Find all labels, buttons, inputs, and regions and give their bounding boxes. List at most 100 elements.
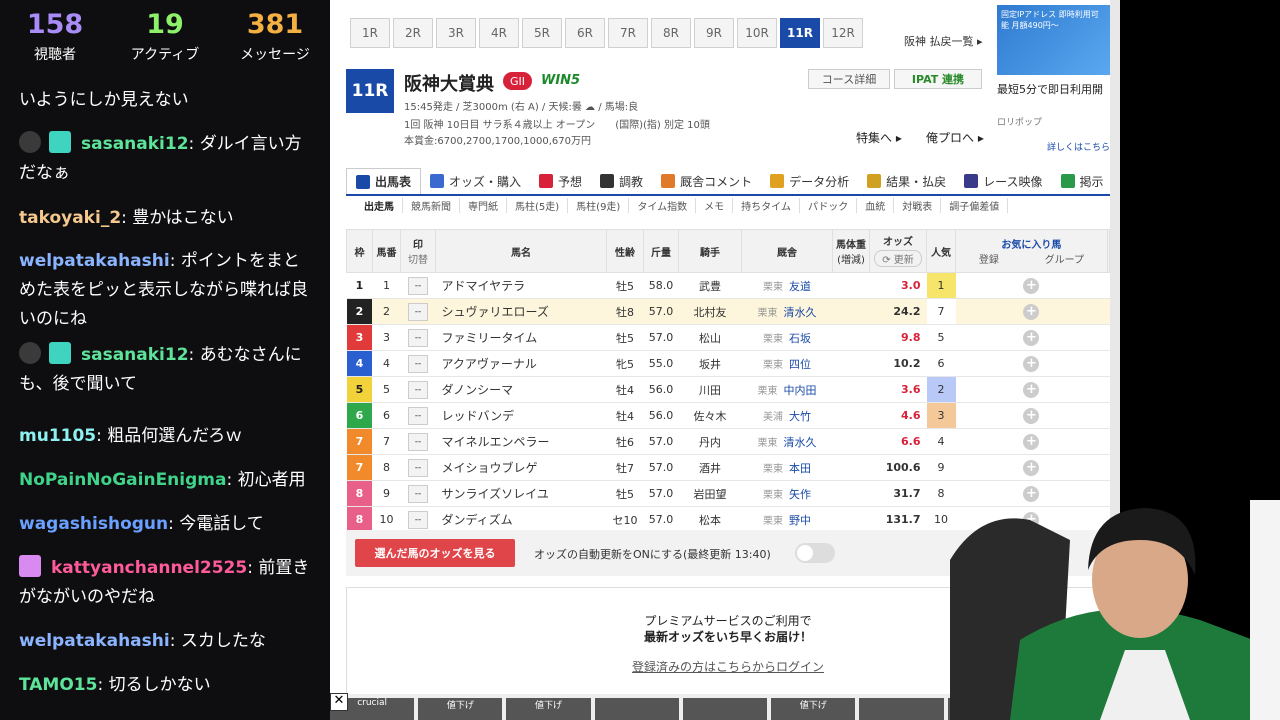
product-ad[interactable]: 値下げ	[418, 698, 503, 720]
chat-username[interactable]: mu1105	[19, 426, 96, 446]
race-tab-4R[interactable]: 4R	[479, 18, 519, 48]
sub-tab-1[interactable]: 競馬新聞	[403, 198, 460, 213]
add-favorite-icon[interactable]: +	[1023, 459, 1040, 476]
mark-switch[interactable]: 切替	[401, 251, 435, 266]
product-ad[interactable]	[859, 698, 944, 720]
sub-tab-8[interactable]: パドック	[800, 198, 858, 213]
sub-tab-5[interactable]: タイム指数	[629, 198, 697, 213]
view-selected-odds-button[interactable]: 選んだ馬のオッズを見る	[355, 539, 515, 567]
sub-tab-10[interactable]: 対戦表	[894, 198, 942, 213]
main-tab-7[interactable]: レース映像	[955, 168, 1051, 194]
table-row[interactable]: 6 6 -- レッドバンデ 牡4 56.0 佐々木 美浦 大竹 4.6 3 +	[346, 402, 1110, 429]
jockey-link[interactable]: 北村友	[678, 298, 742, 325]
payout-list-link[interactable]: 阪神 払戻一覧 ▸	[904, 33, 983, 49]
trainer-link[interactable]: 清水久	[784, 306, 817, 319]
trainer-link[interactable]: 石坂	[789, 332, 811, 345]
chat-username[interactable]: TAMO15	[19, 675, 97, 695]
ipat-link-button[interactable]: IPAT 連携	[894, 69, 982, 89]
add-favorite-icon[interactable]: +	[1023, 329, 1040, 346]
jockey-link[interactable]: 坂井	[678, 350, 742, 377]
main-tab-8[interactable]: 掲示	[1052, 168, 1113, 194]
race-tab-2R[interactable]: 2R	[393, 18, 433, 48]
feature-link[interactable]: 特集へ ▸	[856, 129, 902, 146]
trainer-link[interactable]: 友道	[789, 280, 811, 293]
mark-select[interactable]: --	[408, 380, 428, 399]
sub-tab-4[interactable]: 馬柱(9走)	[568, 198, 630, 213]
course-detail-button[interactable]: コース詳細	[808, 69, 890, 89]
main-tab-1[interactable]: オッズ・購入	[421, 168, 530, 194]
trainer-link[interactable]: 大竹	[789, 410, 811, 423]
race-tab-3R[interactable]: 3R	[436, 18, 476, 48]
sub-tab-6[interactable]: メモ	[696, 198, 734, 213]
race-tab-7R[interactable]: 7R	[608, 18, 648, 48]
jockey-link[interactable]: 佐々木	[678, 402, 742, 429]
add-favorite-icon[interactable]: +	[1023, 303, 1040, 320]
auto-update-toggle[interactable]	[795, 543, 835, 563]
close-icon[interactable]: ✕	[330, 693, 348, 711]
chat-username[interactable]: takoyaki_2	[19, 208, 121, 228]
horse-name-link[interactable]: シュヴァリエローズ	[435, 298, 607, 325]
trainer-link[interactable]: 中内田	[784, 384, 817, 397]
main-tab-5[interactable]: データ分析	[761, 168, 858, 194]
table-row[interactable]: 1 1 -- アドマイヤテラ 牡5 58.0 武豊 栗東 友道 3.0 1 +	[346, 272, 1110, 299]
trainer-link[interactable]: 四位	[789, 358, 811, 371]
sub-tab-0[interactable]: 出走馬	[356, 198, 403, 213]
table-row[interactable]: 4 4 -- アクアヴァーナル 牝5 55.0 坂井 栗東 四位 10.2 6 +	[346, 350, 1110, 377]
jockey-link[interactable]: 丹内	[678, 428, 742, 455]
main-tab-6[interactable]: 結果・払戻	[858, 168, 955, 194]
jockey-link[interactable]: 岩田望	[678, 480, 742, 507]
race-tab-5R[interactable]: 5R	[522, 18, 562, 48]
chat-username[interactable]: welpatakahashi	[19, 631, 170, 651]
horse-name-link[interactable]: アドマイヤテラ	[435, 272, 607, 299]
chat-username[interactable]: sasanaki12	[81, 134, 189, 154]
race-tab-9R[interactable]: 9R	[694, 18, 734, 48]
table-row[interactable]: 5 5 -- ダノンシーマ 牡4 56.0 川田 栗東 中内田 3.6 2 +	[346, 376, 1110, 403]
pro-link[interactable]: 俺プロへ ▸	[926, 129, 984, 146]
mark-select[interactable]: --	[408, 484, 428, 503]
race-tab-1R[interactable]: 1R	[350, 18, 390, 48]
sub-tab-11[interactable]: 調子偏差値	[941, 198, 1009, 213]
table-row[interactable]: 2 2 -- シュヴァリエローズ 牡8 57.0 北村友 栗東 清水久 24.2 …	[346, 298, 1110, 325]
add-favorite-icon[interactable]: +	[1023, 407, 1040, 424]
main-tab-0[interactable]: 出馬表	[346, 168, 422, 194]
add-favorite-icon[interactable]: +	[1023, 381, 1040, 398]
jockey-link[interactable]: 松山	[678, 324, 742, 351]
horse-name-link[interactable]: レッドバンデ	[435, 402, 607, 429]
table-row[interactable]: 3 3 -- ファミリータイム 牡5 57.0 松山 栗東 石坂 9.8 5 +	[346, 324, 1110, 351]
add-favorite-icon[interactable]: +	[1023, 277, 1040, 294]
chat-username[interactable]: welpatakahashi	[19, 251, 170, 271]
table-row[interactable]: 7 7 -- マイネルエンペラー 牡6 57.0 丹内 栗東 清水久 6.6 4 …	[346, 428, 1110, 455]
ad-banner[interactable]: 固定IPアドレス 即時利用可能 月額490円〜	[997, 5, 1110, 75]
mark-select[interactable]: --	[408, 276, 428, 295]
ad-title[interactable]: 最短5分で即日利用開	[997, 81, 1110, 97]
sub-tab-2[interactable]: 専門紙	[460, 198, 507, 213]
horse-name-link[interactable]: サンライズソレイユ	[435, 480, 607, 507]
mark-select[interactable]: --	[408, 302, 428, 321]
sub-tab-7[interactable]: 持ちタイム	[733, 198, 800, 213]
main-tab-3[interactable]: 調教	[591, 168, 652, 194]
chat-username[interactable]: kattyanchannel2525	[51, 558, 247, 578]
ad-more-link[interactable]: 詳しくはこちら	[997, 140, 1110, 153]
trainer-link[interactable]: 矢作	[789, 488, 811, 501]
race-tab-12R[interactable]: 12R	[823, 18, 863, 48]
add-favorite-icon[interactable]: +	[1023, 355, 1040, 372]
horse-name-link[interactable]: ダンディズム	[435, 506, 607, 533]
jockey-link[interactable]: 松本	[678, 506, 742, 533]
race-tab-6R[interactable]: 6R	[565, 18, 605, 48]
race-tab-10R[interactable]: 10R	[737, 18, 777, 48]
main-tab-4[interactable]: 厩舎コメント	[652, 168, 761, 194]
sub-tab-3[interactable]: 馬柱(5走)	[507, 198, 569, 213]
table-row[interactable]: 7 8 -- メイショウブレゲ 牡7 57.0 酒井 栗東 本田 100.6 9 …	[346, 454, 1110, 481]
mark-select[interactable]: --	[408, 328, 428, 347]
side-ad[interactable]: 固定IPアドレス 即時利用可能 月額490円〜 最短5分で即日利用開 ロリポップ…	[997, 5, 1110, 155]
odds-refresh-button[interactable]: ⟳ 更新	[874, 250, 922, 267]
main-tab-2[interactable]: 予想	[530, 168, 591, 194]
jockey-link[interactable]: 酒井	[678, 454, 742, 481]
jockey-link[interactable]: 川田	[678, 376, 742, 403]
product-ad[interactable]	[594, 698, 679, 720]
product-ad[interactable]	[682, 698, 768, 720]
race-tab-11R[interactable]: 11R	[780, 18, 820, 48]
jockey-link[interactable]: 武豊	[678, 272, 742, 299]
add-favorite-icon[interactable]: +	[1023, 433, 1040, 450]
mark-select[interactable]: --	[408, 458, 428, 477]
